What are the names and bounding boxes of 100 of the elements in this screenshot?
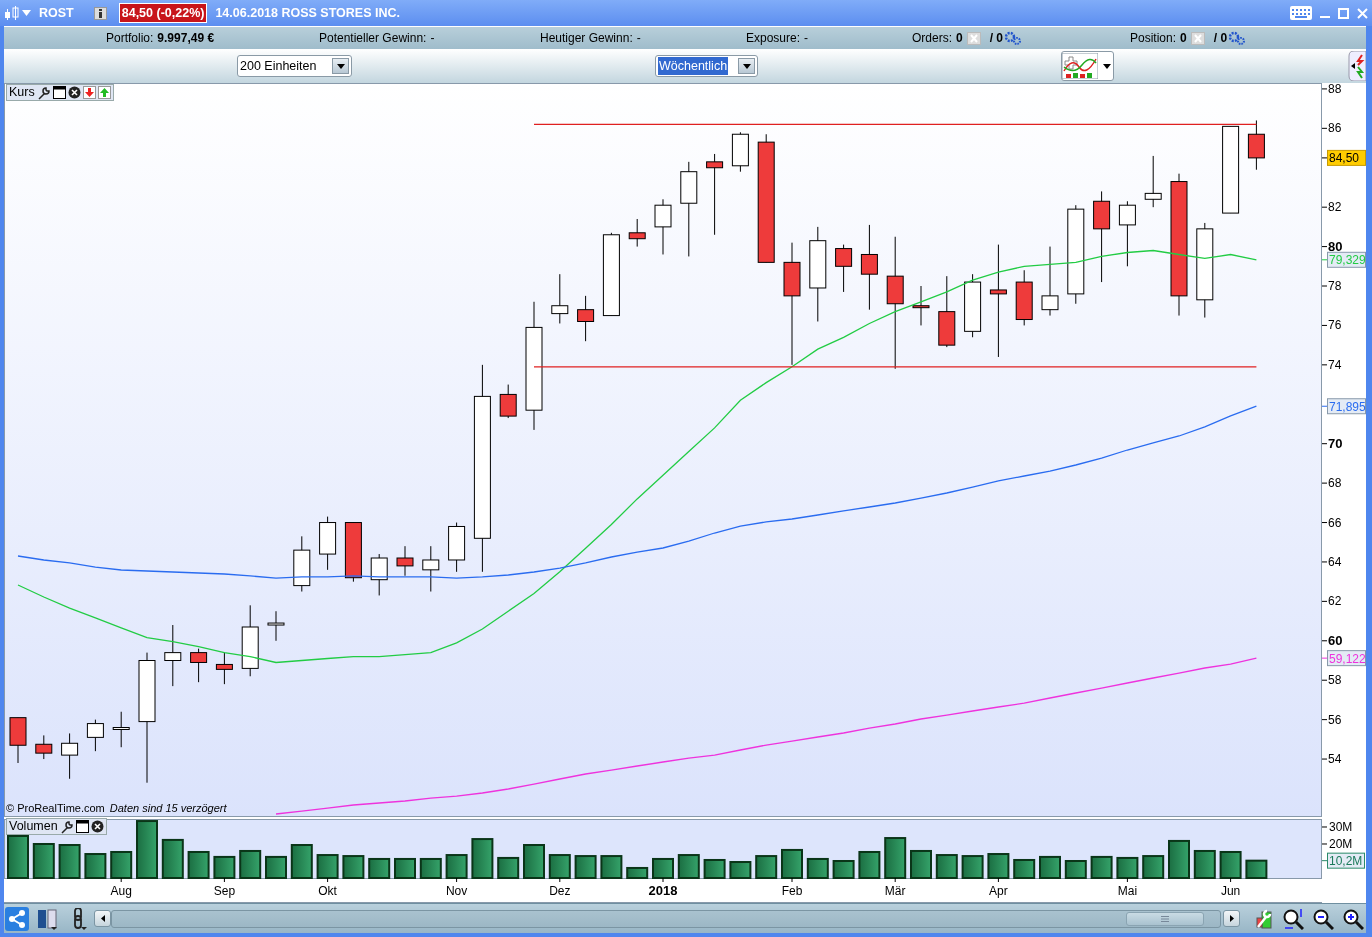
candlestick [86,719,104,752]
caret-icon[interactable] [22,10,31,16]
info-icon[interactable] [93,6,107,20]
indicator-button[interactable] [1061,51,1114,81]
stat-value: / 0 [1213,30,1228,47]
volume-bar [1142,855,1165,879]
candlestick [551,273,569,324]
candlestick [731,131,749,173]
axis-label: Feb [781,884,803,898]
candlestick-icon[interactable] [4,5,20,21]
candlestick [835,244,853,293]
axis-label: 86 [1328,121,1342,136]
share-icon[interactable] [5,906,29,931]
axis-label: Aug [110,884,132,898]
wrench-icon[interactable] [59,819,74,834]
gears-icon[interactable] [1228,31,1246,45]
stat-value: - [430,30,435,47]
panel-title: Volumen [9,818,58,836]
volume-bar [935,854,958,879]
window-icon[interactable] [52,86,66,99]
volume-bar [1064,860,1087,879]
wrench-icon[interactable] [1254,907,1274,930]
panel-layout-icon[interactable] [37,907,59,930]
axis-label: 66 [1328,515,1342,530]
volume-bar [884,837,907,879]
window-icon[interactable] [75,820,89,833]
candlestick [1041,246,1059,317]
zoom-out-icon[interactable] [1312,907,1334,930]
axis-label: Okt [318,884,337,898]
gears-icon[interactable] [1004,31,1022,45]
volume-bar [1219,851,1242,879]
close-icon[interactable] [67,86,81,99]
volume-bar [1090,855,1113,879]
axis-label: 64 [1328,554,1342,569]
candlestick [319,516,337,571]
window-title: 14.06.2018 ROSS STORES INC. [215,4,400,22]
volume-bar [677,854,700,879]
volume-bar [961,855,984,879]
candlestick [1015,269,1033,326]
stat-value: 0 [956,30,963,47]
axis-label: 62 [1328,594,1342,609]
axis-label: Apr [989,884,1008,898]
volume-bar [910,849,932,879]
volume-bar [806,857,829,879]
up-arrow-icon[interactable] [97,86,111,99]
caret-icon [742,63,751,69]
volume-bar [987,853,1010,879]
volume-bar [1168,839,1190,879]
period-dropdown[interactable]: Wöchentlich [655,55,758,77]
axis-label: 80 [1328,238,1343,254]
volume-bar [316,854,339,879]
volume-bar [58,844,81,879]
stat-value: - [636,30,641,47]
candlestick [190,648,208,683]
candlestick [370,553,388,596]
symbol-label[interactable]: ROST [39,3,74,23]
axis-label: 20M [1329,837,1353,851]
candlestick [577,295,595,342]
volume-label: 10,2M [1321,852,1365,869]
volume-bar [445,854,468,879]
volume-bar [755,855,778,879]
volume-bar [471,838,494,879]
candlestick [1247,119,1265,171]
volume-bar [187,851,210,879]
indicator-chart-icon [1062,53,1098,79]
maximize-icon[interactable] [1338,7,1349,19]
zoom-in-icon[interactable] [1342,907,1364,930]
close-icon[interactable] [90,820,104,833]
candlestick [654,198,672,255]
axis-label: 82 [1328,200,1342,215]
volume-bar [523,844,545,879]
candlestick [964,273,982,338]
volume-bar [342,855,365,879]
volume-bar [136,820,158,879]
quantity-dropdown[interactable]: 200 Einheiten [237,55,352,77]
axis-label: 60 [1328,632,1343,648]
down-arrow-icon[interactable] [82,86,96,99]
volume-bar [265,855,287,879]
volume-bar [1193,849,1216,879]
wrench-icon[interactable] [36,85,51,100]
scroll-left-button[interactable] [94,910,111,927]
price-badge: 84,50 (-0,22%) [118,2,208,24]
price-label: 84,50 [1321,149,1366,166]
zoom-fit-icon[interactable] [1282,907,1304,930]
delay-note: Daten sind 15 verzögert [109,800,227,816]
candlestick [267,610,285,642]
scrollbar-thumb[interactable] [1126,911,1204,926]
candlestick [9,717,27,764]
side-tab-icon[interactable] [1348,51,1366,81]
stat-label: Portfolio: [106,30,154,47]
scroll-right-button[interactable] [1223,910,1240,927]
axis-label: Mai [1117,884,1138,898]
keyboard-icon[interactable] [1290,6,1312,20]
volume-bar [548,854,571,879]
volume-bar [1116,856,1139,879]
axis-label: 78 [1328,279,1342,293]
volume-bar [1039,855,1061,879]
axis-label: 30M [1329,820,1353,834]
candlestick [164,624,182,687]
candlestick [35,734,53,760]
